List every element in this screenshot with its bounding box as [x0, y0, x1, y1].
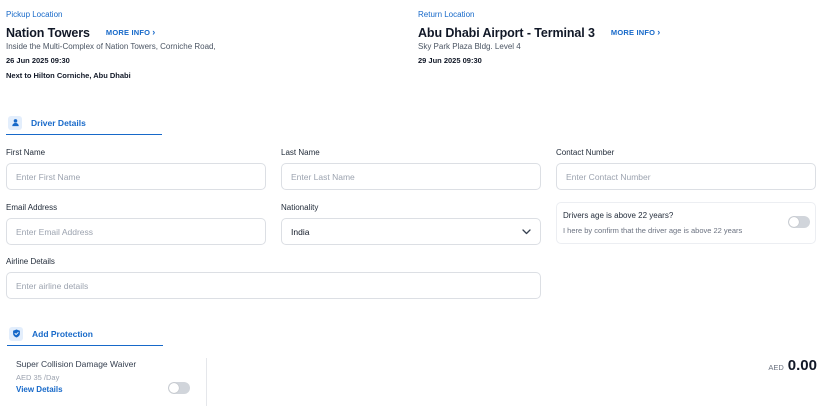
- chevron-right-icon: ›: [152, 27, 156, 37]
- contact-number-label: Contact Number: [556, 148, 615, 157]
- return-label: Return Location: [418, 10, 475, 19]
- protection-toggle[interactable]: [168, 382, 190, 394]
- user-icon: [8, 115, 22, 130]
- protection-option-card: Super Collision Damage Waiver AED 35 /Da…: [16, 358, 206, 406]
- return-title: Abu Dhabi Airport - Terminal 3: [418, 25, 595, 40]
- contact-number-input[interactable]: [556, 163, 816, 190]
- pickup-address: Inside the Multi-Complex of Nation Tower…: [6, 42, 216, 51]
- total-currency: AED: [768, 363, 784, 372]
- protection-name: Super Collision Damage Waiver: [16, 359, 137, 369]
- pickup-label: Pickup Location: [6, 10, 63, 19]
- add-protection-title: Add Protection: [32, 328, 93, 339]
- pickup-more-info-label: MORE INFO: [105, 28, 151, 37]
- chevron-down-icon: [522, 227, 531, 237]
- pickup-datetime: 26 Jun 2025 09:30: [6, 56, 70, 65]
- driver-details-title: Driver Details: [31, 117, 86, 128]
- nationality-select[interactable]: India: [281, 218, 541, 245]
- return-address: Sky Park Plaza Bldg. Level 4: [418, 42, 521, 51]
- first-name-label: First Name: [6, 148, 46, 157]
- view-details-link[interactable]: View Details: [16, 385, 63, 394]
- toggle-knob: [169, 383, 179, 393]
- last-name-label: Last Name: [281, 148, 320, 157]
- last-name-input[interactable]: [281, 163, 541, 190]
- protection-price: AED 35 /Day: [16, 373, 60, 382]
- email-input[interactable]: [6, 218, 266, 245]
- first-name-input[interactable]: [6, 163, 266, 190]
- total-price: AED 0.00: [768, 357, 817, 374]
- driver-details-header: Driver Details: [6, 111, 162, 135]
- airline-details-input[interactable]: [6, 272, 541, 299]
- email-label: Email Address: [6, 203, 58, 212]
- driver-age-card: Drivers age is above 22 years? I here by…: [556, 202, 816, 244]
- pickup-location-card: Pickup Location Nation Towers MORE INFO …: [6, 10, 306, 81]
- chevron-right-icon: ›: [657, 27, 661, 37]
- nationality-value: India: [291, 226, 310, 237]
- return-more-info-link[interactable]: MORE INFO ›: [610, 27, 661, 38]
- divider: [206, 358, 207, 406]
- pickup-title: Nation Towers: [6, 25, 90, 40]
- booking-page: Pickup Location Nation Towers MORE INFO …: [0, 0, 824, 406]
- pickup-more-info-link[interactable]: MORE INFO ›: [105, 27, 156, 38]
- return-location-card: Return Location Abu Dhabi Airport - Term…: [418, 10, 718, 66]
- total-amount: 0.00: [787, 357, 817, 374]
- nationality-label: Nationality: [281, 203, 319, 212]
- pickup-note: Next to Hilton Corniche, Abu Dhabi: [6, 71, 131, 80]
- driver-age-title: Drivers age is above 22 years?: [563, 211, 674, 220]
- return-datetime: 29 Jun 2025 09:30: [418, 56, 482, 65]
- add-protection-header: Add Protection: [7, 322, 163, 346]
- shield-check-icon: [9, 326, 23, 341]
- toggle-knob: [789, 217, 799, 227]
- driver-age-description: I here by confirm that the driver age is…: [563, 226, 743, 235]
- return-more-info-label: MORE INFO: [610, 28, 656, 37]
- airline-details-label: Airline Details: [6, 257, 55, 266]
- driver-age-toggle[interactable]: [788, 216, 810, 228]
